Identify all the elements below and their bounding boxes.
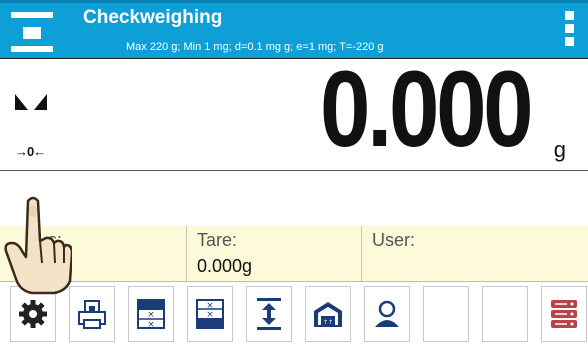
stability-icon [15,94,47,110]
print-button[interactable] [69,286,115,342]
range-button[interactable] [246,286,292,342]
info-label: User: [372,230,416,250]
database-button[interactable] [541,286,587,342]
weight-unit[interactable]: g [554,137,566,163]
warehouse-icon: ↑↑ [314,302,342,327]
user-button[interactable] [364,286,410,342]
info-label: Tare: [197,230,238,250]
bargraph-area [0,171,588,227]
pointing-hand-icon [4,196,72,295]
print-icon [78,300,106,329]
info-value: 0.000g [197,256,253,276]
svg-text:×: × [147,320,155,330]
more-menu-icon[interactable] [565,11,574,49]
database-icon [551,300,577,328]
svg-text:×: × [206,310,214,320]
mode-title: Checkweighing [83,7,223,28]
zero-indicator: →0← [15,144,46,159]
range-icon [257,298,281,330]
function-toolbar: × × × × ↑↑ [0,281,588,348]
info-field-user[interactable]: User: [362,226,588,281]
info-field-tare[interactable]: Tare: 0.000g [187,226,362,281]
weight-reading: 0.000 [319,48,534,169]
user-icon [375,300,399,327]
threshold-high-icon: × × [196,299,224,329]
empty-button[interactable] [423,286,469,342]
home-menu-icon[interactable] [11,12,53,52]
weighing-display: →0← 0.000 g [0,48,588,171]
svg-text:↑↑: ↑↑ [323,319,333,326]
threshold-low-icon: × × [137,299,165,330]
empty-button[interactable] [482,286,528,342]
warehouse-button[interactable]: ↑↑ [305,286,351,342]
svg-text:×: × [147,310,155,320]
settings-icon [19,300,47,328]
threshold-high-button[interactable]: × × [187,286,233,342]
threshold-low-button[interactable]: × × [128,286,174,342]
